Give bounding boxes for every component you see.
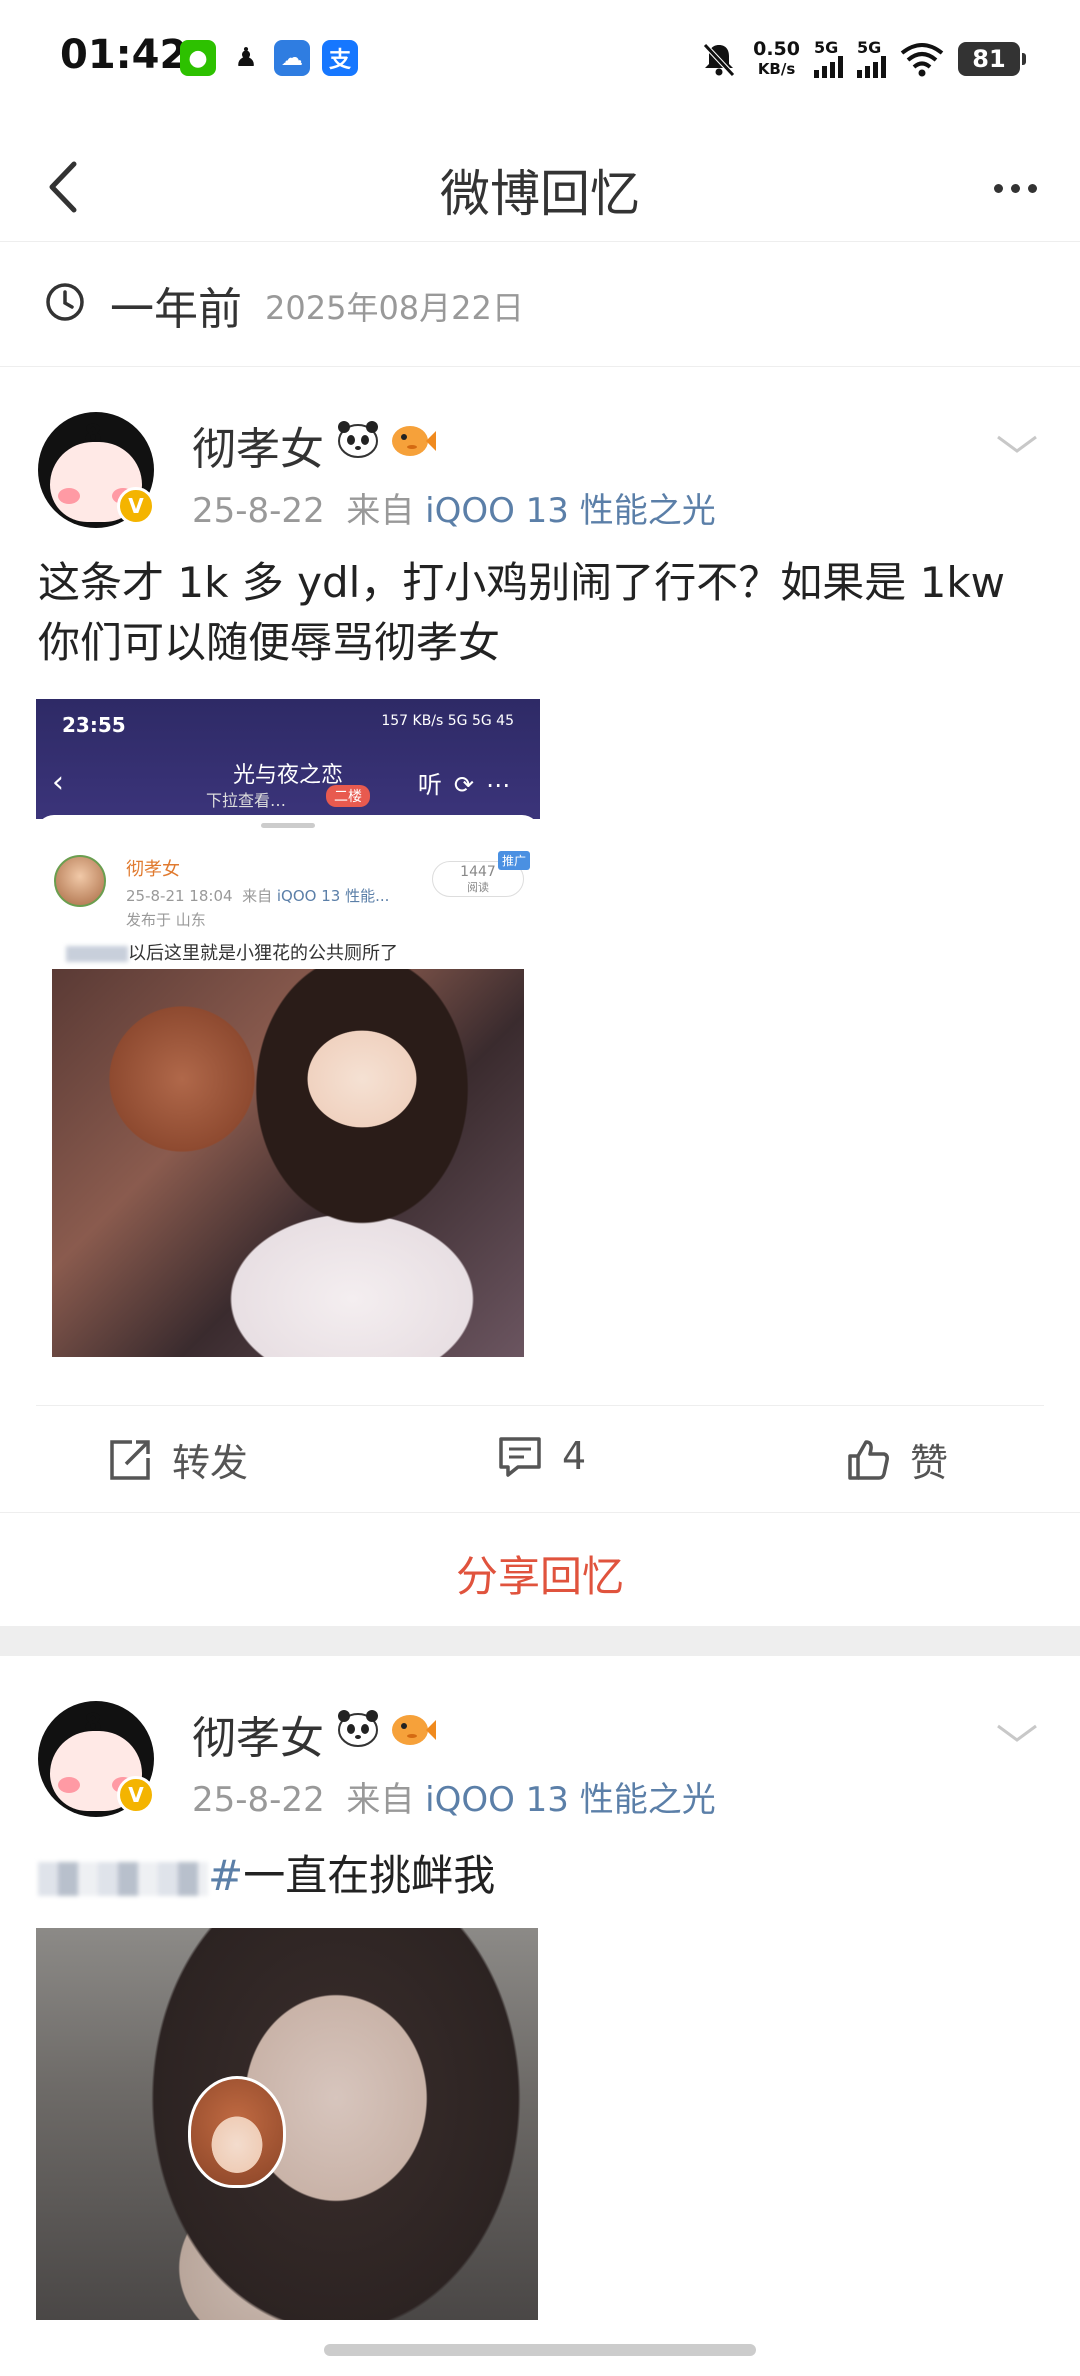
post-text: #一直在挑衅我 xyxy=(38,1846,1048,1906)
post-meta: 25-8-22 来自 iQOO 13 性能之光 xyxy=(192,1772,716,1821)
network-speed: 0.50 KB/s xyxy=(753,39,800,79)
repost-icon xyxy=(110,1439,150,1480)
signal-bars-icon xyxy=(814,56,843,78)
post-text-line: 你们可以随便辱骂彻孝女 xyxy=(38,618,501,667)
embedded-body-text: 以后这里就是小狸花的公共厕所了 xyxy=(128,943,398,964)
verified-icon: V xyxy=(117,487,155,525)
redacted-hashtag xyxy=(38,1861,208,1896)
panda-emoji-icon xyxy=(338,421,378,458)
embedded-location: 发布于 山东 xyxy=(126,911,206,929)
post-from-label: 来自 xyxy=(346,1780,415,1820)
post-image[interactable]: 23:55 157 KB/s 5G 5G 45 ‹ 光与夜之恋 下拉查看… 二楼… xyxy=(36,699,540,1371)
page-title: 微博回忆 xyxy=(440,165,640,223)
like-icon xyxy=(848,1439,889,1480)
embedded-time: 23:55 xyxy=(62,713,126,737)
comment-icon xyxy=(499,1437,541,1477)
baidu-netdisk-icon: ☁ xyxy=(274,40,310,76)
more-button[interactable] xyxy=(980,160,1050,216)
post-image[interactable] xyxy=(36,1928,538,2320)
post-from-label: 来自 xyxy=(346,491,415,531)
embedded-meta-source: iQOO 13 性能... xyxy=(276,887,390,905)
username[interactable]: 彻孝女 xyxy=(192,1702,324,1766)
verified-icon: V xyxy=(117,1776,155,1814)
signal-sim1: 5G xyxy=(814,40,843,78)
memory-date-bar: 一年前 2025年08月22日 xyxy=(0,243,1080,367)
embedded-tag: 二楼 xyxy=(326,785,370,807)
chevron-down-icon[interactable] xyxy=(992,1718,1042,1748)
embedded-subtitle: 下拉查看… xyxy=(206,791,287,810)
embedded-photo xyxy=(52,969,524,1357)
title-bar: 微博回忆 xyxy=(0,130,1080,242)
repost-button[interactable]: 转发 xyxy=(106,1432,248,1487)
post-source[interactable]: iQOO 13 性能之光 xyxy=(425,1780,716,1820)
mute-bell-icon xyxy=(703,43,735,77)
post-date: 25-8-22 xyxy=(192,491,325,531)
like-button[interactable]: 赞 xyxy=(844,1432,948,1487)
embedded-meta-from: 来自 xyxy=(242,887,273,905)
memory-date: 2025年08月22日 xyxy=(265,289,524,327)
post-text-line: 这条才 1k 多 ydl，打小鸡别闹了行不？如果是 1kw xyxy=(38,558,1006,607)
panda-emoji-icon xyxy=(338,1710,378,1747)
embedded-card: 彻孝女 25-8-21 18:04 来自 iQOO 13 性能... 发布于 山… xyxy=(36,815,540,1371)
embedded-status: 157 KB/s 5G 5G 45 xyxy=(381,713,514,729)
repost-label: 转发 xyxy=(172,1441,249,1485)
embedded-reads-label: 阅读 xyxy=(467,881,489,894)
share-memory-button[interactable]: 分享回忆 xyxy=(456,1543,624,1604)
fish-emoji-icon xyxy=(392,426,436,456)
embedded-meta: 25-8-21 18:04 来自 iQOO 13 性能... xyxy=(126,885,389,906)
network-speed-unit: KB/s xyxy=(757,60,796,78)
section-divider xyxy=(0,1626,1080,1656)
character-badge xyxy=(188,2076,286,2188)
home-indicator[interactable] xyxy=(324,2344,756,2356)
network-speed-value: 0.50 xyxy=(753,38,800,60)
sim1-label: 5G xyxy=(814,38,839,57)
more-icon: ⋯ xyxy=(486,771,522,799)
refresh-icon: ⟳ xyxy=(453,771,486,799)
fish-emoji-icon xyxy=(392,1715,436,1745)
alipay-icon: 支 xyxy=(322,40,358,76)
post-source[interactable]: iQOO 13 性能之光 xyxy=(425,491,716,531)
sim2-label: 5G xyxy=(857,38,882,57)
embedded-icons: 听⟳⋯ xyxy=(418,765,522,800)
redacted-block xyxy=(66,946,128,962)
listen-icon: 听 xyxy=(417,771,454,799)
post-date: 25-8-22 xyxy=(192,1780,325,1820)
post-meta: 25-8-22 来自 iQOO 13 性能之光 xyxy=(192,483,716,532)
embedded-promo: 推广 xyxy=(497,851,530,870)
status-right: 0.50 KB/s 5G 5G 81 xyxy=(699,34,1026,84)
username[interactable]: 彻孝女 xyxy=(192,413,324,477)
status-bar: 01:42 ● ♟ ☁ 支 0.50 KB/s 5G 5G 81 xyxy=(0,0,1080,120)
embedded-body: 以后这里就是小狸花的公共厕所了 xyxy=(66,939,398,965)
qq-icon: ♟ xyxy=(228,40,264,76)
signal-sim2: 5G xyxy=(857,40,886,78)
wifi-icon xyxy=(900,43,944,77)
battery-indicator: 81 xyxy=(958,42,1026,76)
embedded-handle xyxy=(261,823,315,828)
hashtag[interactable]: # xyxy=(208,1851,243,1900)
embedded-meta-time: 25-8-21 18:04 xyxy=(126,887,233,905)
comment-count: 4 xyxy=(562,1434,587,1478)
clock-icon xyxy=(46,283,84,321)
post-text: 这条才 1k 多 ydl，打小鸡别闹了行不？如果是 1kw 你们可以随便辱骂彻孝… xyxy=(38,553,1048,673)
comment-button[interactable]: 4 xyxy=(496,1432,586,1480)
share-row: 分享回忆 xyxy=(0,1512,1080,1626)
post-actions: 转发 4 赞 xyxy=(36,1405,1044,1511)
more-icon xyxy=(993,183,1003,193)
memory-label: 一年前 xyxy=(110,284,242,335)
chevron-down-icon[interactable] xyxy=(992,429,1042,459)
embedded-header: 23:55 157 KB/s 5G 5G 45 ‹ 光与夜之恋 下拉查看… 二楼… xyxy=(36,699,540,819)
post-text-body: 一直在挑衅我 xyxy=(243,1851,496,1900)
wechat-icon: ● xyxy=(180,40,216,76)
signal-bars-icon xyxy=(857,56,886,78)
embedded-username: 彻孝女 xyxy=(126,859,180,880)
embedded-avatar xyxy=(54,855,106,907)
like-label: 赞 xyxy=(910,1441,949,1485)
status-time: 01:42 xyxy=(60,32,188,78)
